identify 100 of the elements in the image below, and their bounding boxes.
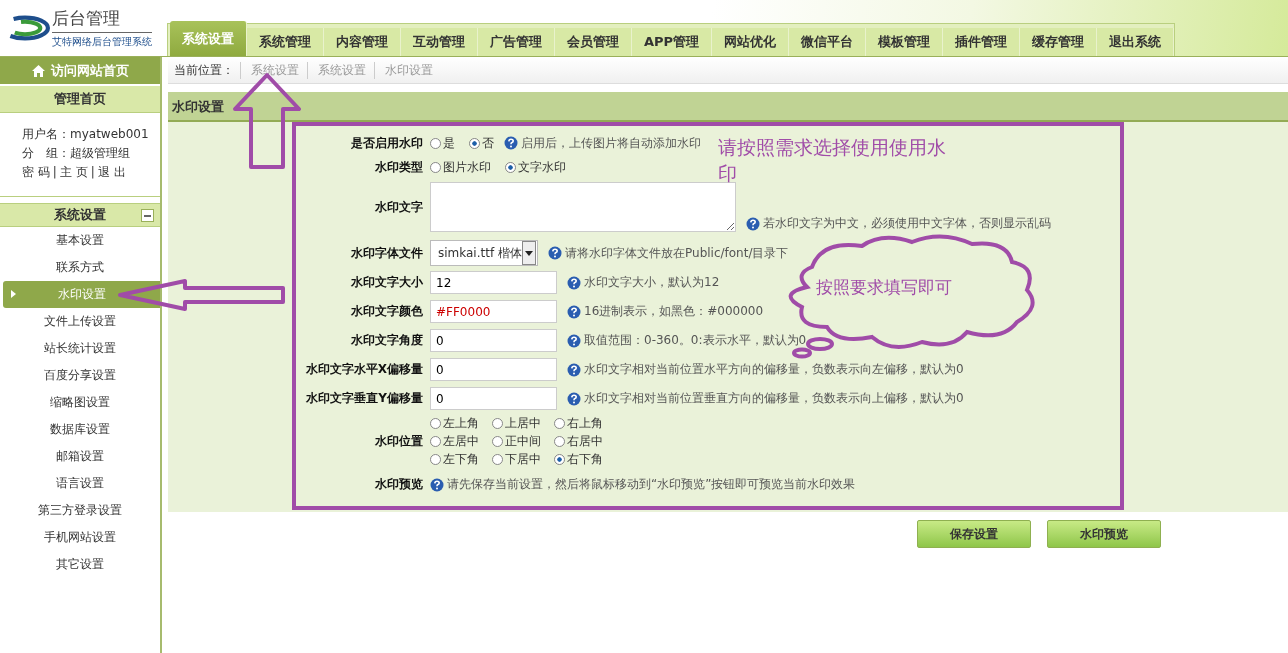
hint-text: 水印文字相对当前位置垂直方向的偏移量，负数表示向上偏移，默认为0 [584,390,964,407]
user-info: 用户名：myatweb001 [22,126,150,143]
radio-option[interactable]: 文字水印 [505,158,566,176]
annotation-note: 按照要求填写即可 [816,276,952,299]
radio-button[interactable] [554,454,565,465]
nav-tab[interactable]: 微信平台 [789,28,867,56]
account-link[interactable]: 退 出 [97,165,126,179]
nav-tab[interactable]: 会员管理 [555,28,632,56]
section-header[interactable]: 系统设置 [0,203,160,227]
radio-button[interactable] [554,436,565,447]
sidebar-item[interactable]: 数据库设置 [0,416,160,443]
radio-button[interactable] [430,436,441,447]
field-label: 水印文字角度 [350,332,424,349]
radio-button[interactable] [430,454,441,465]
sidebar-item[interactable]: 百度分享设置 [0,362,160,389]
radio-button[interactable] [430,161,441,173]
radio-option[interactable]: 上居中 [492,415,554,432]
sidebar-item[interactable]: 站长统计设置 [0,335,160,362]
account-link[interactable]: 主 页 [59,165,88,179]
radio-button[interactable] [505,161,516,173]
sidebar-item[interactable]: 语言设置 [0,470,160,497]
sidebar-item[interactable]: 联系方式 [0,254,160,281]
admin-home-link[interactable]: 管理首页 [0,86,160,113]
account-link[interactable]: 密 码 [22,165,50,179]
field-label: 水印位置 [374,433,424,450]
nav-tab[interactable]: 系统管理 [247,28,324,56]
radio-option[interactable]: 左下角 [430,451,492,468]
sidebar-item[interactable]: 手机网站设置 [0,524,160,551]
help-icon [567,362,581,377]
sidebar-item[interactable]: 其它设置 [0,551,160,578]
field-label: 水印字体文件 [350,244,424,262]
radio-button[interactable] [492,418,503,429]
help-icon [567,333,581,348]
breadcrumb-label: 当前位置： [174,61,234,79]
help-icon [567,304,581,319]
field-label: 水印文字 [374,198,424,216]
separator: | [90,165,95,179]
sidebar-item[interactable]: 邮箱设置 [0,443,160,470]
field-label: 水印类型 [374,158,424,176]
input-field[interactable]: 0 [430,387,557,410]
field-label: 水印文字大小 [350,274,424,291]
radio-button[interactable] [492,436,503,447]
nav-tab[interactable]: 网站优化 [712,28,790,56]
field-label: 水印文字水平X偏移量 [304,361,424,378]
field-label: 是否启用水印 [350,134,424,152]
nav-tab[interactable]: 插件管理 [943,28,1021,56]
hint-text: 请将水印字体文件放在Public/font/目录下 [565,244,789,262]
radio-option[interactable]: 右居中 [554,433,616,450]
collapse-icon[interactable] [141,209,154,222]
nav-tab[interactable]: 广告管理 [478,28,555,56]
help-icon [567,275,581,290]
nav-tab[interactable]: 模板管理 [866,28,944,56]
home-icon [31,63,46,78]
nav-tab[interactable]: 退出系统 [1097,28,1175,56]
action-button[interactable]: 保存设置 [917,520,1031,548]
sidebar-item[interactable]: 文件上传设置 [0,308,160,335]
help-icon [504,136,518,150]
hint-text: 16进制表示，如黑色：#000000 [584,303,764,320]
nav-tab[interactable]: 缓存管理 [1020,28,1098,56]
sidebar-item[interactable]: 缩略图设置 [0,389,160,416]
radio-button[interactable] [554,418,565,429]
radio-option[interactable]: 下居中 [492,451,554,468]
radio-option[interactable]: 右下角 [554,451,616,468]
field-label: 水印文字颜色 [350,303,424,320]
input-field[interactable]: 12 [430,271,557,294]
hint-text: 取值范围：0-360。0:表示水平，默认为0 [584,332,807,349]
hint-text: 启用后，上传图片将自动添加水印 [521,134,701,152]
field-label: 水印预览 [374,476,424,493]
radio-option[interactable]: 图片水印 [430,158,491,176]
radio-option[interactable]: 否 [469,134,494,152]
radio-button[interactable] [492,454,503,465]
nav-tab[interactable]: APP管理 [632,28,713,56]
help-icon [430,477,444,492]
action-button[interactable]: 水印预览 [1047,520,1161,548]
panel-title: 水印设置 [168,92,1288,122]
hint-text: 水印文字相对当前位置水平方向的偏移量，负数表示向左偏移，默认为0 [584,361,964,378]
radio-option[interactable]: 正中间 [492,433,554,450]
input-field[interactable]: 0 [430,329,557,352]
input-field[interactable]: 0 [430,358,557,381]
radio-option[interactable]: 左上角 [430,415,492,432]
radio-option[interactable]: 左居中 [430,433,492,450]
separator: | [52,165,57,179]
nav-tab[interactable]: 互动管理 [401,28,478,56]
radio-button[interactable] [430,137,441,149]
radio-button[interactable] [469,137,480,149]
logo-subtitle: 艾特网络后台管理系统 [52,36,152,49]
logo-title: 后台管理 [52,7,152,33]
hint-text: 水印文字大小，默认为12 [584,274,720,291]
radio-button[interactable] [430,418,441,429]
radio-option[interactable]: 右上角 [554,415,616,432]
radio-option[interactable]: 是 [430,134,455,152]
hint-text: 若水印文字为中文，必须使用中文字体，否则显示乱码 [763,215,1051,232]
nav-tab[interactable]: 内容管理 [324,28,401,56]
hint-text: 请先保存当前设置，然后将鼠标移动到“水印预览”按钮即可预览当前水印效果 [447,476,856,493]
help-icon [746,216,760,231]
text-area[interactable] [430,182,736,232]
sidebar-item[interactable]: 基本设置 [0,227,160,254]
input-field[interactable]: #FF0000 [430,300,557,323]
font-select[interactable]: simkai.ttf 楷体 [430,240,538,266]
sidebar-item[interactable]: 第三方登录设置 [0,497,160,524]
